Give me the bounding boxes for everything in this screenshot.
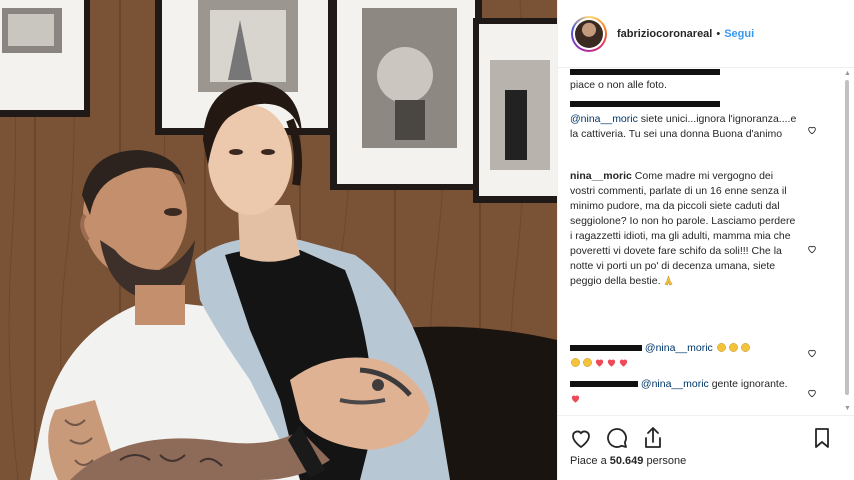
pray-emoji-icon xyxy=(664,275,673,286)
emoji-row xyxy=(716,342,752,354)
bookmark-icon[interactable] xyxy=(810,426,834,450)
comment-text: piace o non alle foto. xyxy=(570,79,667,91)
follow-button[interactable]: Segui xyxy=(724,28,754,40)
comment-text: Come madre mi vergogno dei vostri commen… xyxy=(570,170,796,287)
red-heart-emoji-icon xyxy=(619,359,628,367)
framed-picture-4 xyxy=(473,18,557,203)
post-photo[interactable] xyxy=(0,0,557,480)
post-sidebar: fabriziocoronareal • Segui piace o non a… xyxy=(557,0,854,480)
post-username[interactable]: fabriziocoronareal xyxy=(617,28,712,40)
scroll-up-icon[interactable]: ▲ xyxy=(844,70,851,77)
avatar[interactable] xyxy=(571,15,607,52)
likes-number: 50.649 xyxy=(609,455,644,467)
comment-icon[interactable] xyxy=(605,426,629,450)
framed-picture-3 xyxy=(330,0,482,190)
like-comment-icon[interactable] xyxy=(807,125,817,135)
scroll-down-icon[interactable]: ▼ xyxy=(844,405,851,412)
clap-emoji-icon xyxy=(716,343,726,352)
comment-mention[interactable]: @nina__moric xyxy=(570,113,638,125)
red-heart-emoji-icon xyxy=(607,359,616,367)
list-item: @nina__moric siete unici...ignora l'igno… xyxy=(570,97,798,142)
red-heart-emoji-icon xyxy=(595,359,604,367)
comment-username[interactable]: nina__moric xyxy=(570,170,632,182)
list-item: @nina__moric xyxy=(570,341,798,371)
comments-list: piace o non alle foto. @nina__moric siet… xyxy=(558,69,854,414)
likes-suffix: persone xyxy=(643,455,687,467)
scrollbar-thumb[interactable] xyxy=(845,80,849,395)
redacted-username xyxy=(570,101,720,108)
redacted-username xyxy=(570,381,638,388)
likes-count[interactable]: Piace a 50.649 persone xyxy=(570,455,686,467)
likes-prefix: Piace a xyxy=(570,455,610,467)
clap-emoji-icon xyxy=(740,343,750,352)
separator-dot: • xyxy=(716,27,721,40)
clap-emoji-icon xyxy=(583,358,592,367)
list-item: nina__moric Come madre mi vergogno dei v… xyxy=(570,169,798,289)
comment-mention[interactable]: @nina__moric xyxy=(641,378,709,390)
red-heart-emoji-icon xyxy=(571,395,580,403)
redacted-username xyxy=(570,345,642,352)
list-item: piace o non alle foto. xyxy=(570,69,798,93)
comment-mention[interactable]: @nina__moric xyxy=(645,342,713,354)
photo-illustration xyxy=(0,0,557,480)
list-item: @nina__moric gente ignorante. xyxy=(570,377,798,407)
heart-icon[interactable] xyxy=(569,426,593,450)
comment-text: gente ignorante. xyxy=(708,378,788,390)
share-icon[interactable] xyxy=(641,426,665,450)
framed-picture-1 xyxy=(0,0,90,117)
clap-emoji-icon xyxy=(728,343,738,352)
redacted-text xyxy=(570,69,720,75)
clap-emoji-icon xyxy=(571,358,580,367)
post-header: fabriziocoronareal • Segui xyxy=(558,0,854,68)
like-comment-icon[interactable] xyxy=(807,348,817,358)
emoji-row xyxy=(570,357,630,369)
like-comment-icon[interactable] xyxy=(807,244,817,254)
post-actions xyxy=(558,415,854,455)
like-comment-icon[interactable] xyxy=(807,388,817,398)
